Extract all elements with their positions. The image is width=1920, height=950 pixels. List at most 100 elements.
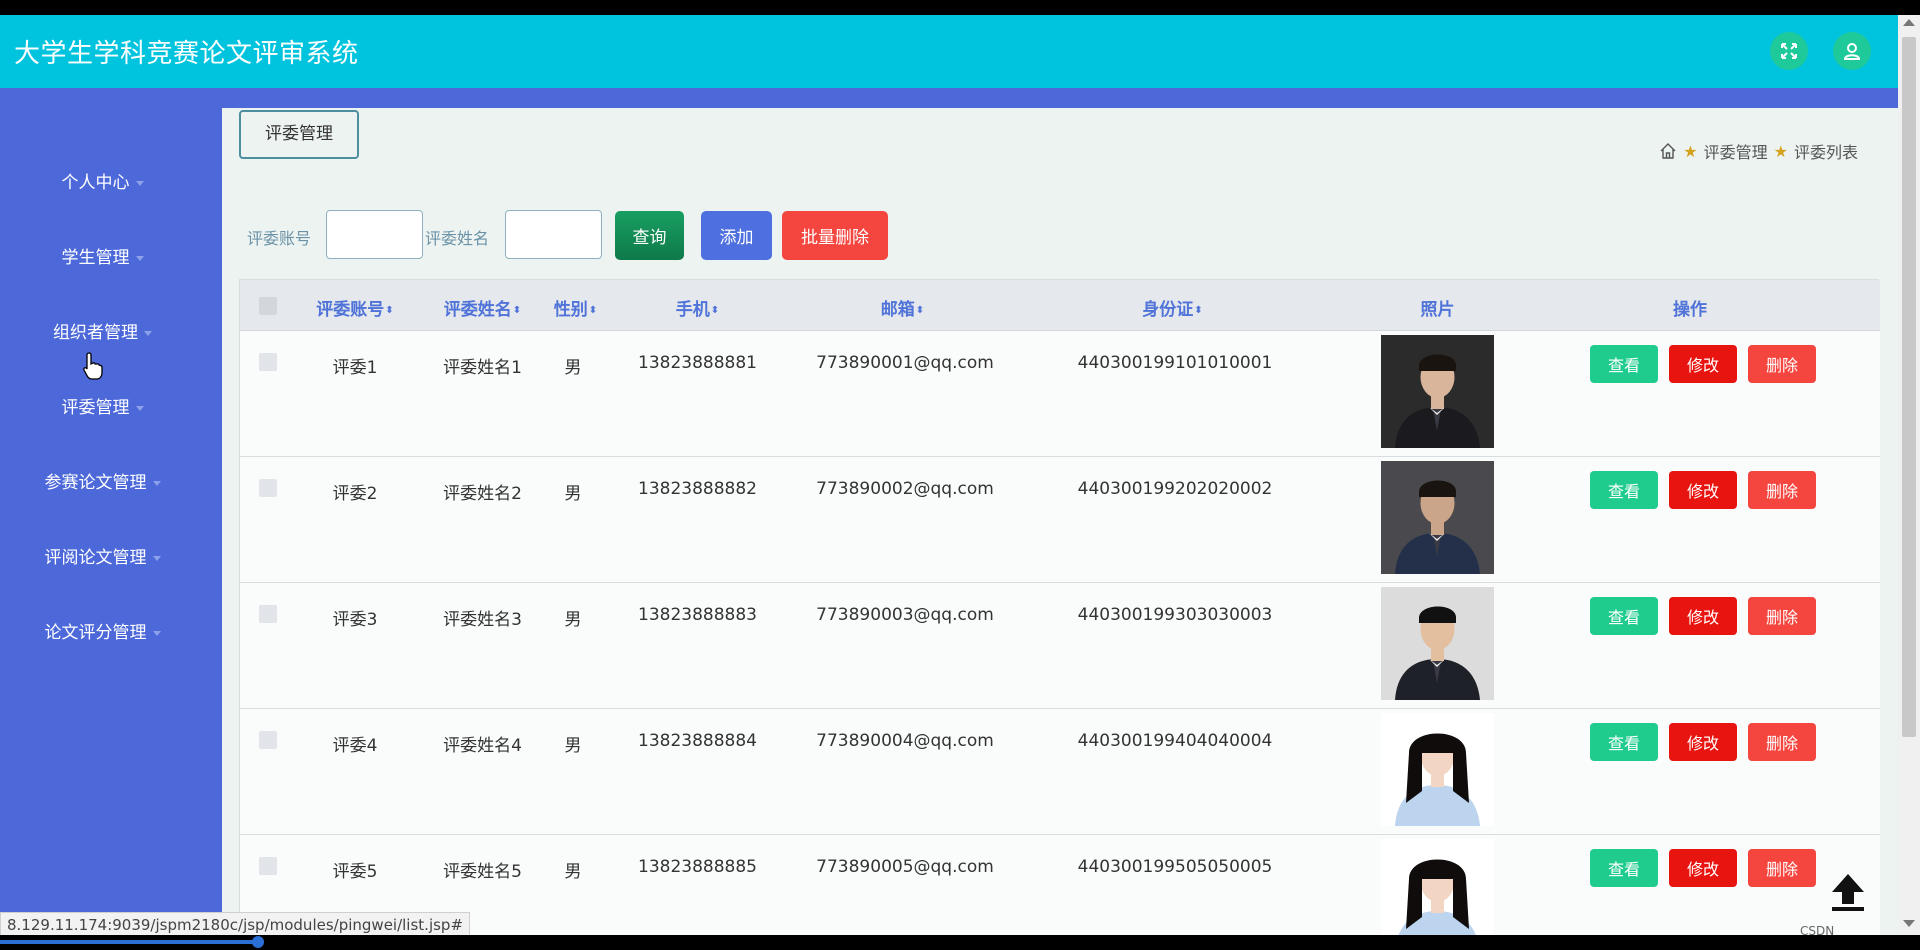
vertical-scrollbar[interactable] xyxy=(1898,15,1920,935)
table-row: 评委5 评委姓名5 男 13823888885 773890005@qq.com… xyxy=(240,835,1880,935)
header-gender-label: 性别 xyxy=(553,300,588,320)
edit-button[interactable]: 修改 xyxy=(1669,723,1737,761)
video-progress-bar[interactable] xyxy=(0,935,1920,950)
row-checkbox[interactable] xyxy=(259,479,277,497)
breadcrumb-level2: 评委列表 xyxy=(1793,143,1858,162)
delete-button[interactable]: 删除 xyxy=(1748,471,1816,509)
home-icon[interactable] xyxy=(1659,142,1677,160)
edit-button[interactable]: 修改 xyxy=(1669,849,1737,887)
header-id-card[interactable]: 身份证⬍ xyxy=(1130,295,1215,320)
sort-icon: ⬍ xyxy=(915,305,925,316)
judge-photo[interactable] xyxy=(1381,461,1494,574)
header-name[interactable]: 评委姓名⬍ xyxy=(435,295,530,320)
cell-id-card: 440300199303030003 xyxy=(1077,605,1273,625)
row-checkbox[interactable] xyxy=(259,605,277,623)
user-button[interactable] xyxy=(1833,32,1871,70)
table-header: 评委账号⬍ 评委姓名⬍ 性别⬍ 手机⬍ 邮箱⬍ 身份证⬍ 照片 操作 xyxy=(240,280,1880,331)
cell-account: 评委1 xyxy=(332,358,378,378)
cell-account: 评委3 xyxy=(332,610,378,630)
cell-email: 773890002@qq.com xyxy=(816,479,994,499)
chevron-down-icon xyxy=(135,180,144,186)
sidebar-item-paper-scoring[interactable]: 论文评分管理 xyxy=(0,618,205,648)
edit-button[interactable]: 修改 xyxy=(1669,471,1737,509)
judge-account-input[interactable] xyxy=(326,210,423,259)
row-checkbox[interactable] xyxy=(259,731,277,749)
row-checkbox[interactable] xyxy=(259,857,277,875)
header-email-label: 邮箱 xyxy=(880,300,915,320)
user-icon xyxy=(1843,43,1861,60)
sidebar: 个人中心 学生管理 组织者管理 评委管理 参赛论文管理 评阅论文管理 论文评分管… xyxy=(0,108,222,935)
delete-button[interactable]: 删除 xyxy=(1748,597,1816,635)
row-checkbox[interactable] xyxy=(259,353,277,371)
header-phone[interactable]: 手机⬍ xyxy=(655,295,740,320)
cell-id-card: 440300199202020002 xyxy=(1077,479,1273,499)
chevron-down-icon xyxy=(152,555,161,561)
header-email[interactable]: 邮箱⬍ xyxy=(860,295,945,320)
sidebar-item-organizers[interactable]: 组织者管理 xyxy=(0,318,205,348)
judge-photo[interactable] xyxy=(1381,713,1494,826)
cell-gender: 男 xyxy=(564,862,582,882)
sidebar-item-label: 论文评分管理 xyxy=(44,623,147,643)
judge-account-label: 评委账号 xyxy=(247,229,312,248)
judge-photo[interactable] xyxy=(1381,839,1494,935)
sidebar-item-personal-center[interactable]: 个人中心 xyxy=(0,168,205,198)
sidebar-item-label: 个人中心 xyxy=(61,173,130,193)
delete-button[interactable]: 删除 xyxy=(1748,345,1816,383)
sidebar-item-students[interactable]: 学生管理 xyxy=(0,243,205,273)
select-all-checkbox[interactable] xyxy=(259,297,277,315)
sidebar-item-judges[interactable]: 评委管理 xyxy=(0,393,205,423)
back-to-top-icon[interactable] xyxy=(1826,870,1870,914)
fullscreen-button[interactable] xyxy=(1770,32,1808,70)
view-button[interactable]: 查看 xyxy=(1590,849,1658,887)
star-icon: ★ xyxy=(1683,141,1698,161)
cell-id-card: 440300199404040004 xyxy=(1077,731,1273,751)
progress-handle[interactable] xyxy=(252,936,264,948)
view-button[interactable]: 查看 xyxy=(1590,723,1658,761)
header-actions: 操作 xyxy=(1673,300,1707,320)
edit-button[interactable]: 修改 xyxy=(1669,345,1737,383)
cell-name: 评委姓名2 xyxy=(443,484,522,504)
view-button[interactable]: 查看 xyxy=(1590,345,1658,383)
cell-account: 评委5 xyxy=(332,862,378,882)
judge-photo[interactable] xyxy=(1381,587,1494,700)
cell-email: 773890004@qq.com xyxy=(816,731,994,751)
cell-account: 评委4 xyxy=(332,736,378,756)
add-button[interactable]: 添加 xyxy=(701,211,772,260)
sidebar-item-label: 评委管理 xyxy=(61,398,130,418)
scroll-up-icon[interactable] xyxy=(1903,19,1915,26)
header-account[interactable]: 评委账号⬍ xyxy=(310,295,400,320)
cell-gender: 男 xyxy=(564,736,582,756)
page-tag: 评委管理 xyxy=(239,110,359,159)
chevron-down-icon xyxy=(152,630,161,636)
batch-delete-button[interactable]: 批量删除 xyxy=(782,211,888,260)
top-header: 大学生学科竞赛论文评审系统 xyxy=(0,15,1898,88)
breadcrumb: ★ 评委管理 ★ 评委列表 xyxy=(1659,139,1858,163)
header-gender[interactable]: 性别⬍ xyxy=(548,295,603,320)
query-button[interactable]: 查询 xyxy=(615,211,684,260)
view-button[interactable]: 查看 xyxy=(1590,597,1658,635)
judge-photo[interactable] xyxy=(1381,335,1494,448)
judge-name-input[interactable] xyxy=(505,210,602,259)
edit-button[interactable]: 修改 xyxy=(1669,597,1737,635)
delete-button[interactable]: 删除 xyxy=(1748,723,1816,761)
cell-name: 评委姓名3 xyxy=(443,610,522,630)
sidebar-item-review-papers[interactable]: 评阅论文管理 xyxy=(0,543,205,573)
scroll-down-icon[interactable] xyxy=(1903,920,1915,927)
sort-icon: ⬍ xyxy=(710,305,720,316)
table-row: 评委2 评委姓名2 男 13823888882 773890002@qq.com… xyxy=(240,457,1880,583)
cell-gender: 男 xyxy=(564,358,582,378)
progress-fill xyxy=(0,940,260,944)
cell-phone: 13823888884 xyxy=(638,731,757,751)
cell-phone: 13823888882 xyxy=(638,479,757,499)
delete-button[interactable]: 删除 xyxy=(1748,849,1816,887)
sort-icon: ⬍ xyxy=(512,305,522,316)
header-subbar xyxy=(0,88,1898,108)
breadcrumb-level1[interactable]: 评委管理 xyxy=(1704,139,1768,163)
cell-id-card: 440300199101010001 xyxy=(1077,353,1273,373)
chevron-down-icon xyxy=(135,255,144,261)
fullscreen-icon xyxy=(1781,43,1797,59)
scrollbar-thumb[interactable] xyxy=(1902,37,1916,737)
sidebar-item-contest-papers[interactable]: 参赛论文管理 xyxy=(0,468,205,498)
cell-name: 评委姓名4 xyxy=(443,736,522,756)
view-button[interactable]: 查看 xyxy=(1590,471,1658,509)
